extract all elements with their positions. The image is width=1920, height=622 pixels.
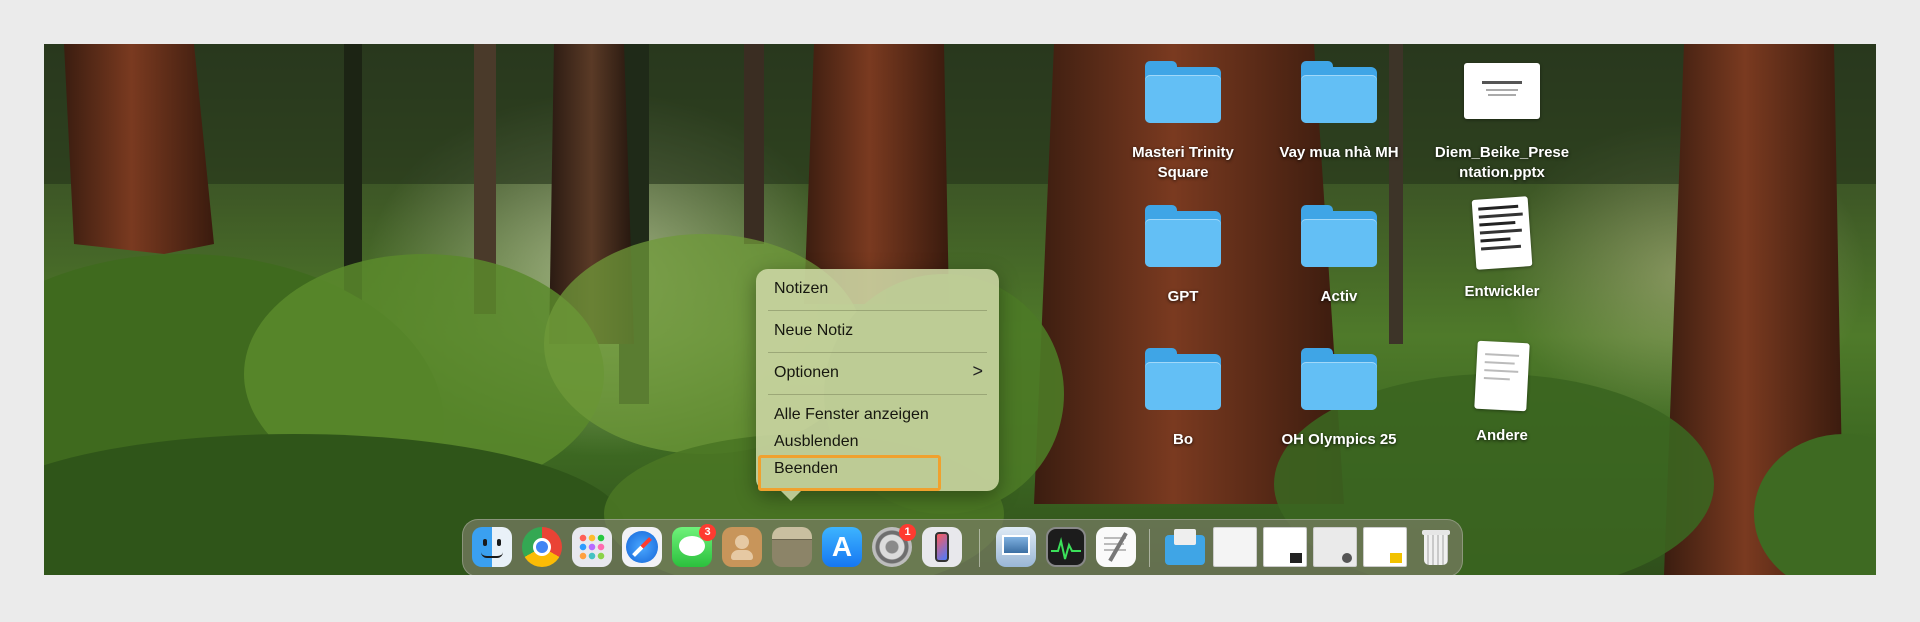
folder-icon	[1145, 61, 1221, 123]
pptx-document-icon	[1464, 63, 1540, 119]
desktop-icon-label: Masteri Trinity Square	[1132, 144, 1234, 181]
menu-separator	[768, 310, 987, 311]
desktop-folder-activ[interactable]: Activ	[1261, 205, 1417, 307]
menu-pointer	[780, 490, 802, 501]
chrome-icon[interactable]	[522, 527, 562, 567]
desktop-folder-vay-mua-nha-mh[interactable]: Vay mua nhà MH	[1261, 61, 1417, 163]
downloads-folder-icon[interactable]	[1165, 527, 1205, 567]
desktop-folder-bo[interactable]: Bo	[1105, 348, 1261, 450]
iphone-mirroring-icon[interactable]	[922, 527, 962, 567]
safari-icon[interactable]	[622, 527, 662, 567]
desktop-icon-label: Vay mua nhà MH	[1279, 144, 1399, 161]
folder-icon	[1145, 348, 1221, 410]
desktop-icon-label: Diem_Beike_Prese ntation.pptx	[1434, 144, 1570, 181]
desktop-icon-label: Activ	[1320, 288, 1358, 305]
document-stack-icon	[1474, 340, 1530, 412]
recent-document-icon[interactable]	[1313, 527, 1357, 567]
textedit-icon[interactable]	[1096, 527, 1136, 567]
menu-separator	[768, 352, 987, 353]
document-stack-icon	[1471, 196, 1533, 270]
dock-separator	[979, 529, 980, 567]
menu-separator	[768, 394, 987, 395]
desktop-folder-oh-olympics-25[interactable]: OH Olympics 25	[1261, 348, 1417, 450]
recent-document-icon[interactable]	[1213, 527, 1257, 567]
desktop-folder-masteri-trinity-square[interactable]: Masteri Trinity Square	[1105, 61, 1261, 183]
menu-item-alle-fenster-anzeigen[interactable]: Alle Fenster anzeigen	[774, 406, 929, 424]
recent-document-icon[interactable]	[1363, 527, 1407, 567]
menu-item-notizen[interactable]: Notizen	[774, 280, 828, 298]
contacts-icon[interactable]	[722, 527, 762, 567]
trash-icon[interactable]	[1416, 527, 1456, 567]
folder-icon	[1301, 61, 1377, 123]
screenshot-margin	[0, 575, 1920, 622]
recent-document-icon[interactable]	[1263, 527, 1307, 567]
chevron-right-icon: >	[972, 361, 983, 381]
desktop-icon-label: Andere	[1476, 427, 1528, 444]
app-store-icon[interactable]: A	[822, 527, 862, 567]
notes-icon[interactable]	[772, 527, 812, 567]
dock-separator	[1149, 529, 1150, 567]
desktop-icon-label: Entwickler	[1464, 283, 1540, 300]
desktop-folder-gpt[interactable]: GPT	[1105, 205, 1261, 307]
desktop-file-diem-beike-presentation[interactable]: Diem_Beike_Prese ntation.pptx	[1424, 61, 1580, 183]
desktop-icon-label: OH Olympics 25	[1281, 431, 1397, 448]
messages-notification-badge: 3	[699, 524, 716, 541]
activity-monitor-icon[interactable]	[1046, 527, 1086, 567]
finder-icon[interactable]	[472, 527, 512, 567]
desktop-icon-label: GPT	[1167, 288, 1199, 305]
menu-item-neue-notiz[interactable]: Neue Notiz	[774, 322, 853, 340]
menu-item-ausblenden[interactable]: Ausblenden	[774, 433, 859, 451]
beenden-highlight-box	[758, 455, 941, 491]
menu-item-optionen[interactable]: Optionen	[774, 364, 839, 382]
settings-notification-badge: 1	[899, 524, 916, 541]
launchpad-icon[interactable]	[572, 527, 612, 567]
desktop-icon-label: Bo	[1173, 431, 1193, 448]
folder-icon	[1301, 348, 1377, 410]
folder-icon	[1301, 205, 1377, 267]
desktop-stack-andere[interactable]: Andere	[1424, 340, 1580, 446]
preview-icon[interactable]	[996, 527, 1036, 567]
desktop-stack-entwickler[interactable]: Entwickler	[1424, 196, 1580, 302]
folder-icon	[1145, 205, 1221, 267]
